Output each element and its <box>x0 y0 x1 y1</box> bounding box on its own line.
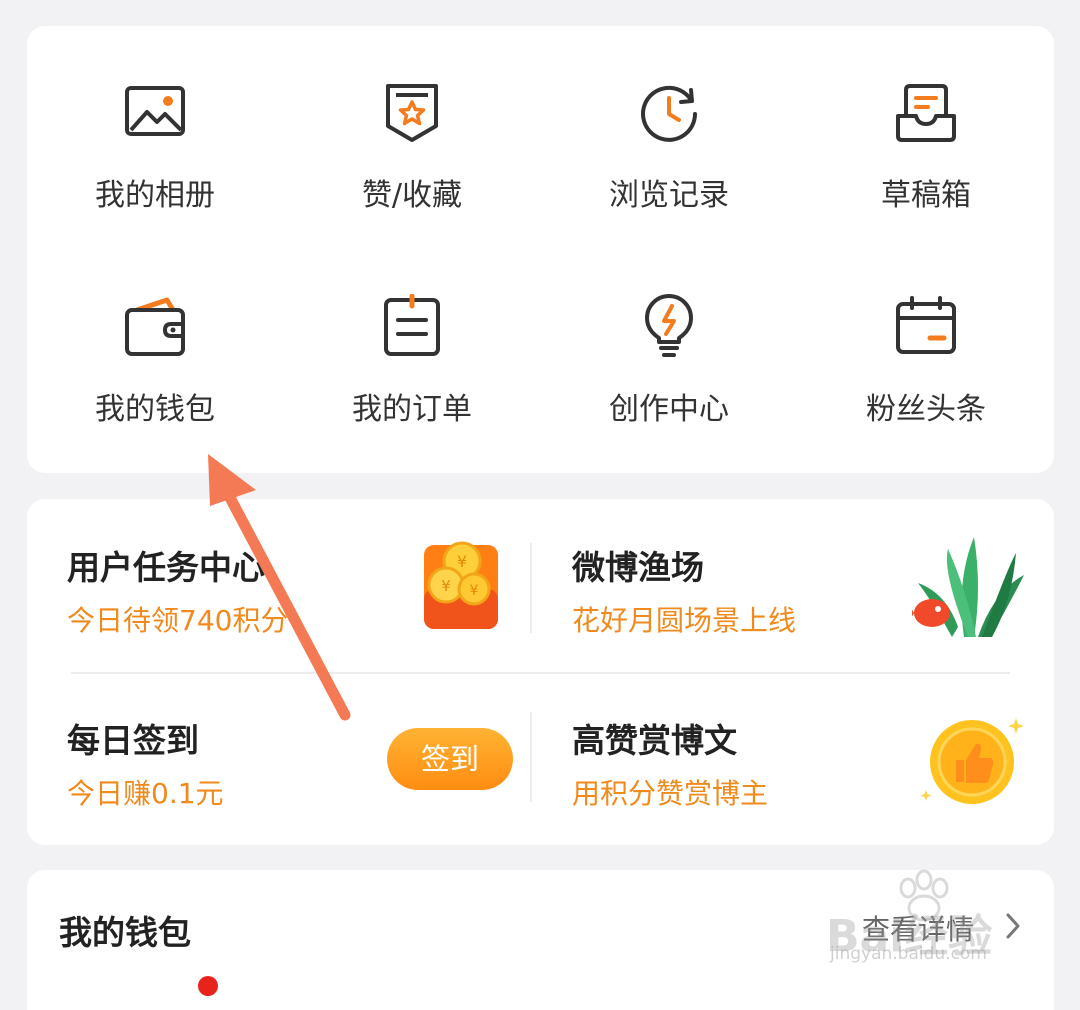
coin-bag-icon: ¥ ¥ ¥ <box>424 541 498 629</box>
grid-label: 粉丝头条 <box>866 392 986 427</box>
wallet-icon <box>125 297 185 356</box>
grid-item-photo-album[interactable]: 我的相册 <box>27 80 283 280</box>
svg-text:¥: ¥ <box>470 583 479 599</box>
grid-item-favorites[interactable]: 赞/收藏 <box>284 80 540 280</box>
task-title: 高赞赏博文 <box>572 721 737 760</box>
photo-album-icon <box>125 86 185 136</box>
task-subtitle: 花好月圆场景上线 <box>572 604 797 637</box>
grid-label: 我的相册 <box>95 178 215 213</box>
task-subtitle: 用积分赞赏博主 <box>572 777 769 810</box>
grid-label: 赞/收藏 <box>361 178 463 213</box>
grid-item-fans-headline[interactable]: 粉丝头条 <box>798 294 1054 494</box>
grid-label: 草稿箱 <box>881 178 971 213</box>
shortcut-grid-card: 我的相册 赞/收藏 浏览记录 草稿箱 我的钱包 我的订单 创作中心 粉丝头条 <box>27 26 1054 473</box>
high-reward-posts[interactable]: 高赞赏博文 用积分赞赏博主 <box>532 674 1054 845</box>
favorites-badge-icon <box>386 84 438 142</box>
checkin-button[interactable]: 签到 <box>387 728 513 790</box>
task-title: 微博渔场 <box>572 548 704 587</box>
draft-box-icon <box>896 84 956 142</box>
weibo-fishing-field[interactable]: 微博渔场 花好月圆场景上线 <box>532 499 1054 672</box>
annotation-arrow-icon <box>208 454 351 721</box>
order-list-icon <box>384 294 440 356</box>
grid-item-creator-center[interactable]: 创作中心 <box>541 294 797 494</box>
notification-dot <box>198 976 218 996</box>
lightbulb-icon <box>645 294 693 357</box>
grid-label: 我的钱包 <box>95 392 215 427</box>
wallet-title: 我的钱包 <box>59 913 191 952</box>
svg-text:¥: ¥ <box>441 577 451 595</box>
svg-text:¥: ¥ <box>457 552 467 571</box>
task-title: 每日签到 <box>67 721 199 760</box>
grid-label: 浏览记录 <box>609 178 729 213</box>
task-card: 用户任务中心 今日待领740积分 ¥ ¥ ¥ 微博渔场 花好月圆场景上线 每日签… <box>27 499 1054 845</box>
grid-item-drafts[interactable]: 草稿箱 <box>798 80 1054 280</box>
calendar-icon <box>896 296 956 354</box>
grid-label: 创作中心 <box>609 392 729 427</box>
thumbs-up-coin-icon <box>920 718 1024 804</box>
history-clock-icon <box>641 85 697 142</box>
grid-item-history[interactable]: 浏览记录 <box>541 80 797 280</box>
aquarium-plant-icon <box>912 537 1024 637</box>
watermark-domain: jingyan.baidu.com <box>830 944 987 964</box>
grid-label: 我的订单 <box>352 392 472 427</box>
task-subtitle: 今日赚0.1元 <box>67 777 224 810</box>
